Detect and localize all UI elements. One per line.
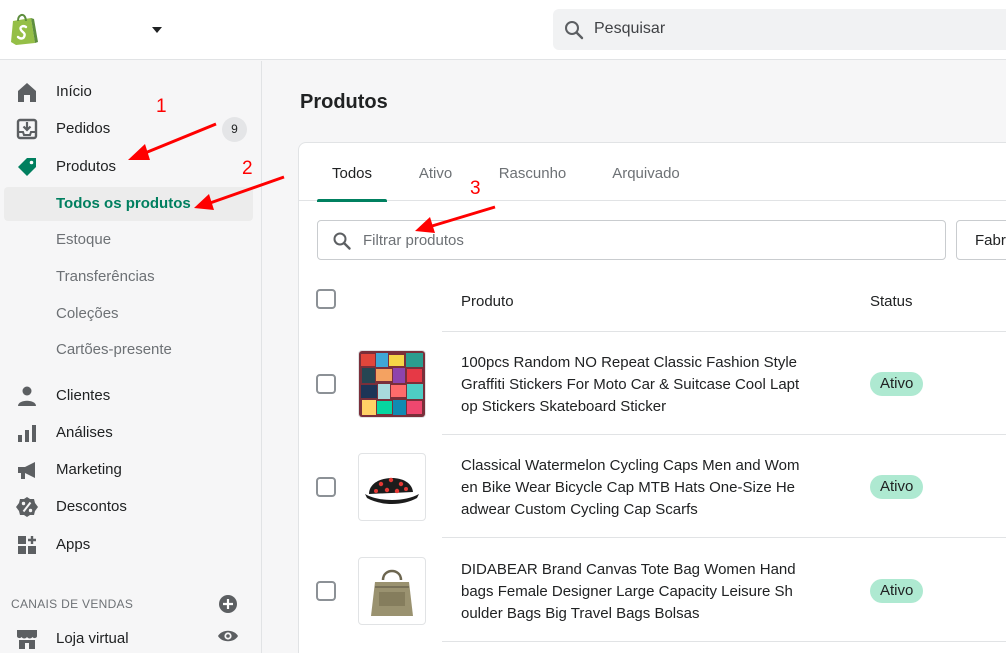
sidebar-item-label: Apps	[56, 536, 91, 553]
product-title-link[interactable]: Classical Watermelon Cycling Caps Men an…	[461, 455, 801, 521]
sidebar-item-produtos[interactable]: Produtos	[0, 150, 262, 184]
top-bar: Pesquisar	[0, 0, 1006, 60]
search-placeholder: Pesquisar	[594, 20, 666, 37]
annotation-number-1: 1	[156, 96, 167, 117]
home-icon	[18, 83, 36, 102]
sidebar-subitem-colecoes[interactable]: Coleções	[0, 297, 262, 331]
sidebar-item-clientes[interactable]: Clientes	[0, 379, 262, 413]
product-thumbnail-bag[interactable]	[358, 557, 426, 625]
row-select-checkbox[interactable]	[316, 581, 336, 601]
sidebar-subitem-label: Estoque	[56, 231, 112, 248]
product-thumbnail-cap[interactable]	[358, 453, 426, 521]
store-menu-chevron-down-icon[interactable]	[146, 20, 168, 40]
sidebar-item-label: Análises	[56, 424, 113, 441]
shopify-admin: Pesquisar Início Pedidos 9 Produtos Todo…	[0, 0, 1006, 653]
product-title-link[interactable]: 100pcs Random NO Repeat Classic Fashion …	[461, 352, 801, 418]
tab-arquivado[interactable]: Arquivado	[596, 143, 696, 201]
select-all-checkbox[interactable]	[316, 289, 336, 309]
product-thumbnail-stickers[interactable]	[358, 350, 426, 418]
column-header-product: Produto	[461, 293, 514, 310]
tab-label: Ativo	[418, 165, 453, 182]
sidebar-item-label: Início	[56, 83, 92, 100]
row-divider	[442, 331, 1006, 332]
sidebar-item-label: Clientes	[56, 387, 111, 404]
sidebar-subitem-transferencias[interactable]: Transferências	[0, 260, 262, 294]
tab-label: Arquivado	[612, 165, 680, 182]
sidebar-subitem-label: Transferências	[56, 268, 155, 285]
products-card: Todos Ativo Rascunho Arquivado Filtrar p…	[298, 142, 1006, 653]
add-channel-plus-icon[interactable]	[218, 594, 238, 614]
tab-label: Todos	[331, 165, 373, 182]
orders-icon	[16, 118, 38, 140]
page-title: Produtos	[300, 91, 388, 113]
status-badge: Ativo	[870, 579, 924, 603]
shopify-logo-icon[interactable]	[8, 12, 40, 46]
sidebar-subitem-cartoes-presente[interactable]: Cartões-presente	[0, 333, 262, 367]
search-icon	[333, 232, 351, 250]
row-select-checkbox[interactable]	[316, 477, 336, 497]
tab-bar: Todos Ativo Rascunho Arquivado	[299, 143, 1006, 202]
sidebar: Início Pedidos 9 Produtos Todos os produ…	[0, 61, 262, 653]
tag-icon	[18, 158, 36, 176]
sidebar-subitem-label: Todos os produtos	[56, 195, 191, 212]
discount-icon	[16, 497, 38, 517]
sidebar-subitem-todos-os-produtos[interactable]: Todos os produtos	[0, 187, 262, 221]
row-divider	[442, 434, 1006, 435]
search-input[interactable]: Pesquisar	[553, 9, 1006, 50]
sidebar-item-label: Produtos	[56, 158, 117, 175]
sidebar-item-label: Marketing	[56, 461, 122, 478]
sales-channels-heading: CANAIS DE VENDAS	[11, 597, 134, 611]
tab-ativo[interactable]: Ativo	[403, 143, 468, 201]
sidebar-subitem-estoque[interactable]: Estoque	[0, 223, 262, 257]
annotation-number-2: 2	[242, 158, 253, 179]
sidebar-item-pedidos[interactable]: Pedidos 9	[0, 112, 262, 146]
megaphone-icon	[18, 462, 35, 479]
sidebar-item-apps[interactable]: Apps	[0, 528, 262, 562]
status-badge: Ativo	[870, 475, 924, 499]
sidebar-item-inicio[interactable]: Início	[0, 75, 262, 109]
vendor-filter-button[interactable]: Fabr	[956, 220, 1006, 260]
sidebar-item-analises[interactable]: Análises	[0, 416, 262, 450]
person-icon	[18, 386, 36, 406]
search-icon	[565, 21, 584, 40]
tab-todos[interactable]: Todos	[317, 143, 387, 202]
tab-rascunho[interactable]: Rascunho	[485, 143, 580, 201]
apps-icon	[18, 536, 36, 554]
sidebar-item-marketing[interactable]: Marketing	[0, 453, 262, 487]
row-divider	[442, 537, 1006, 538]
tab-label: Rascunho	[498, 165, 567, 182]
annotation-number-3: 3	[470, 178, 481, 199]
sidebar-item-label: Pedidos	[56, 120, 111, 137]
row-divider	[442, 641, 1006, 642]
eye-icon[interactable]	[217, 627, 239, 645]
sidebar-item-label: Loja virtual	[56, 630, 129, 647]
column-header-status: Status	[870, 293, 913, 310]
vendor-filter-label: Fabr	[975, 232, 1006, 249]
product-title-link[interactable]: DIDABEAR Brand Canvas Tote Bag Women Han…	[461, 559, 801, 625]
filter-placeholder: Filtrar produtos	[363, 232, 464, 249]
status-badge: Ativo	[870, 372, 924, 396]
sidebar-subitem-label: Coleções	[56, 305, 119, 322]
sidebar-item-descontos[interactable]: Descontos	[0, 490, 262, 524]
orders-count-badge: 9	[222, 117, 247, 142]
sidebar-subitem-label: Cartões-presente	[56, 341, 172, 358]
sidebar-item-label: Descontos	[56, 498, 127, 515]
row-select-checkbox[interactable]	[316, 374, 336, 394]
filter-products-input[interactable]: Filtrar produtos	[317, 220, 946, 260]
bar-chart-icon	[18, 425, 36, 442]
store-icon	[17, 630, 37, 649]
